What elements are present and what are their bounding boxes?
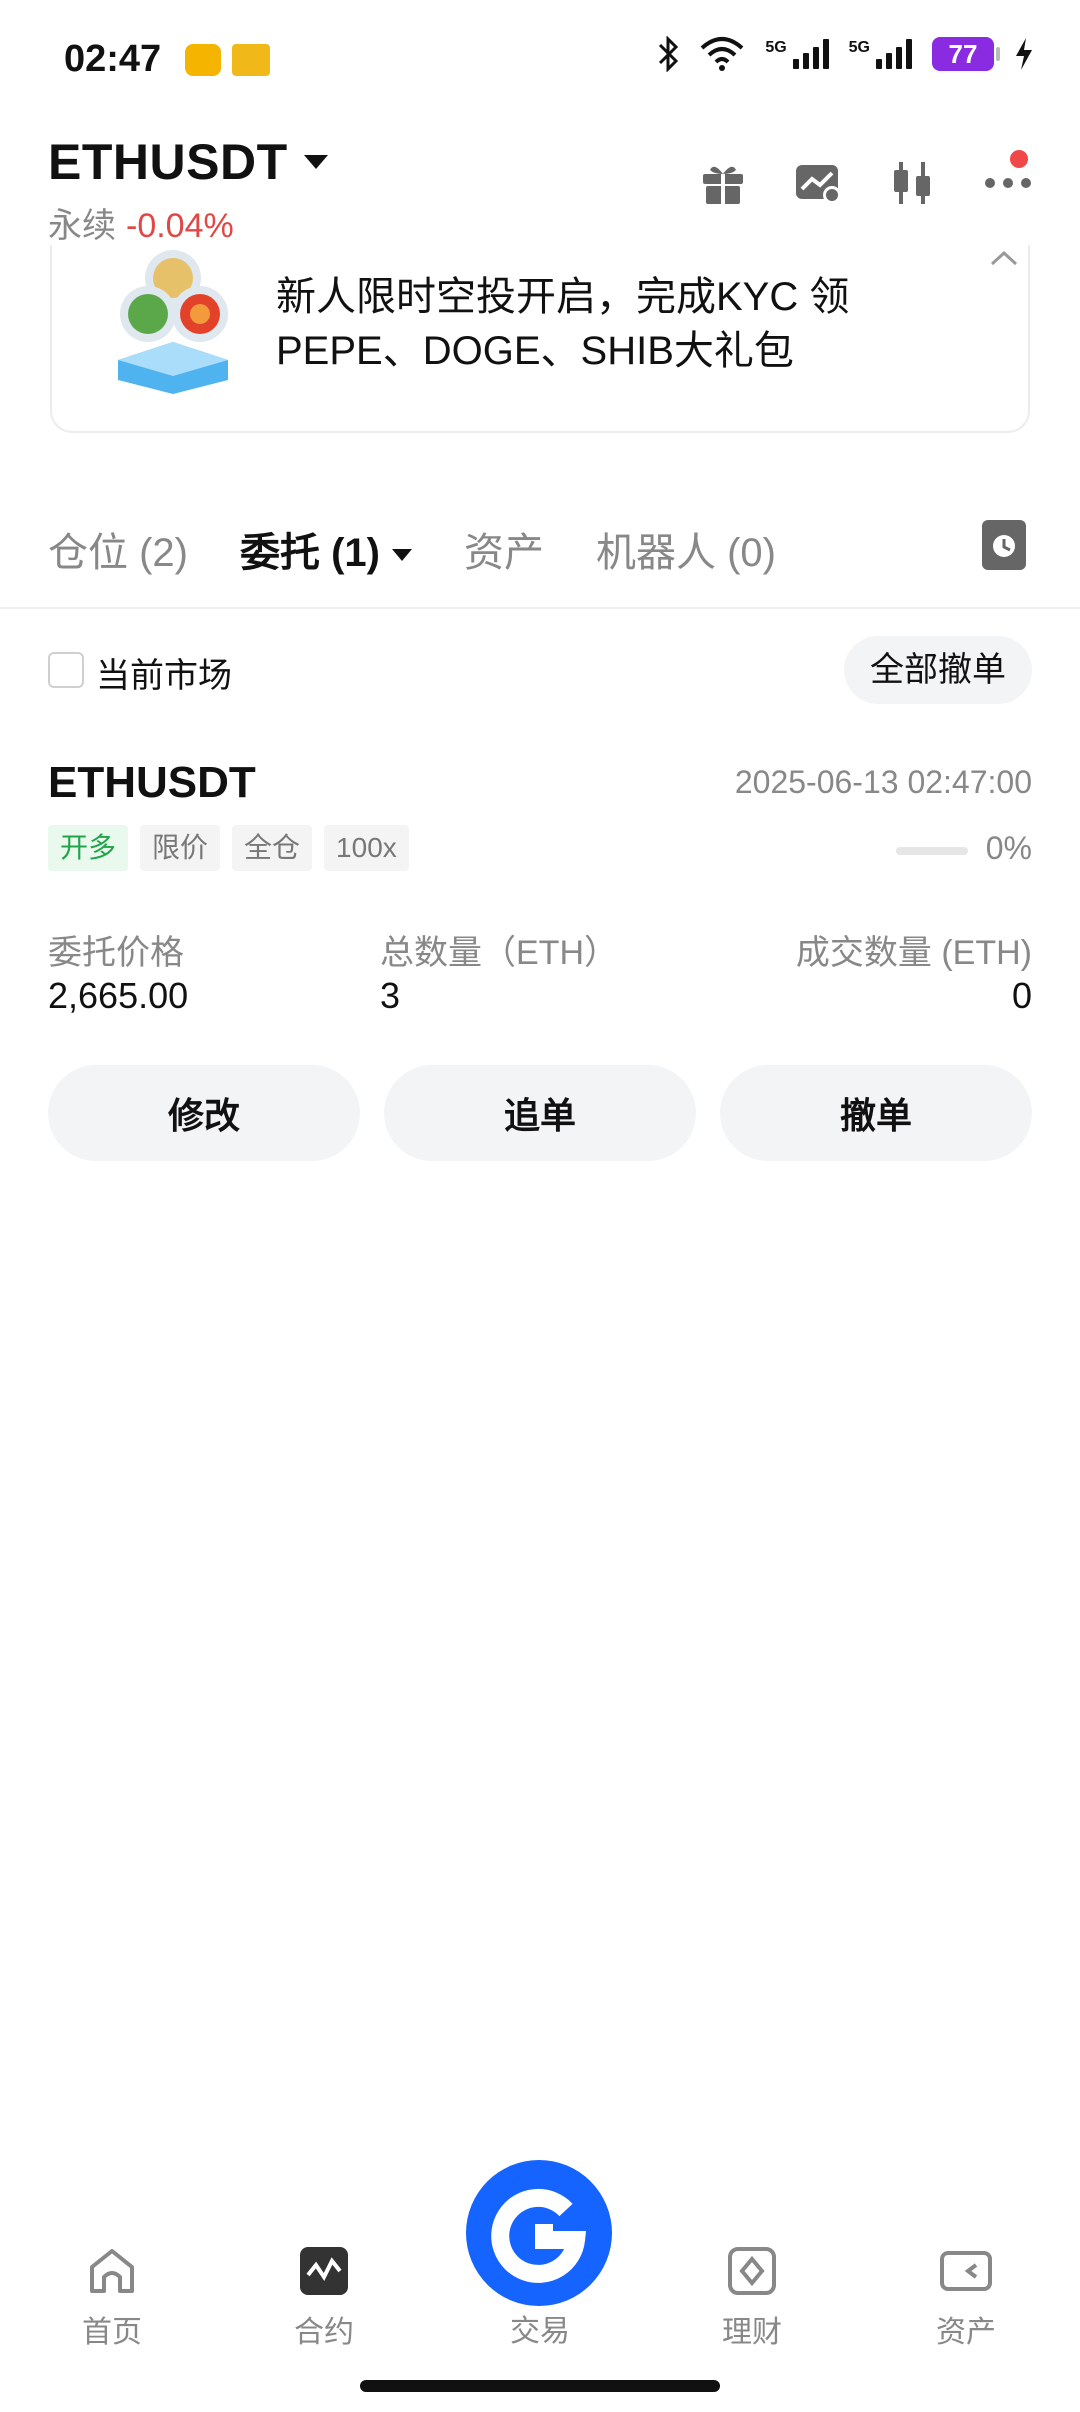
nav-finance[interactable]: 理财 (692, 2245, 812, 2351)
contract-info: 永续 -0.04% (48, 198, 234, 247)
chart-settings-icon[interactable] (794, 161, 842, 205)
trade-fab-button[interactable] (466, 2160, 612, 2306)
contract-type: 永续 (48, 207, 116, 245)
promo-line-1: 新人限时空投开启，完成KYC 领 (276, 275, 850, 319)
wifi-icon (700, 37, 744, 71)
candlestick-icon[interactable] (890, 160, 936, 206)
trade-logo-icon (491, 2188, 587, 2283)
home-indicator (360, 2380, 720, 2392)
cancel-all-button[interactable]: 全部撤单 (844, 636, 1032, 704)
header-actions (700, 160, 1032, 206)
signal-5g-secondary-icon: 5G (849, 39, 912, 69)
tag-order-type: 限价 (140, 825, 221, 871)
current-market-label[interactable]: 当前市场 (96, 648, 232, 697)
folder-notification-icon (232, 44, 270, 76)
battery-icon: 77 (932, 37, 1000, 71)
order-history-icon[interactable] (982, 520, 1026, 570)
order-tags: 开多 限价 全仓 100x (48, 825, 409, 871)
cancel-order-button[interactable]: 撤单 (720, 1065, 1032, 1161)
nav-assets[interactable]: 资产 (906, 2245, 1026, 2351)
tab-orders-dropdown-icon (392, 549, 412, 562)
tab-assets[interactable]: 资产 (464, 520, 544, 578)
nav-home[interactable]: 首页 (52, 2245, 172, 2351)
divider (0, 607, 1080, 609)
promo-text[interactable]: 新人限时空投开启，完成KYC 领 PEPE、DOGE、SHIB大礼包 (276, 270, 849, 378)
status-icons: 5G 5G 77 (657, 36, 1034, 72)
symbol-dropdown-icon[interactable] (304, 155, 328, 169)
order-time: 2025-06-13 02:47:00 (734, 764, 1032, 800)
tab-bar: 仓位 (2) 委托 (1) 资产 机器人 (0) (48, 520, 828, 578)
tab-orders-label: 委托 (1) (240, 531, 380, 575)
tag-margin-mode: 全仓 (232, 825, 313, 871)
mail-notification-icon (185, 44, 221, 76)
promo-line-2: PEPE、DOGE、SHIB大礼包 (276, 329, 794, 373)
collapse-chevron-icon[interactable] (990, 250, 1018, 266)
tab-bots[interactable]: 机器人 (0) (596, 520, 776, 578)
nav-finance-label: 理财 (722, 2316, 782, 2349)
quantity-value: 3 (380, 975, 401, 1016)
gift-icon[interactable] (700, 160, 746, 206)
notification-dot (1010, 150, 1028, 168)
nav-futures-label: 合约 (294, 2316, 354, 2349)
nav-assets-label: 资产 (936, 2316, 996, 2349)
home-icon (90, 2249, 134, 2293)
price-change: -0.04% (126, 207, 234, 245)
tab-orders[interactable]: 委托 (1) (240, 520, 412, 578)
signal-5g-icon: 5G (765, 39, 829, 69)
chase-order-button[interactable]: 追单 (384, 1065, 696, 1161)
symbol-title[interactable]: ETHUSDT (48, 133, 288, 191)
price-value: 2,665.00 (48, 975, 189, 1016)
tab-positions[interactable]: 仓位 (2) (48, 520, 188, 578)
bluetooth-icon (659, 36, 679, 72)
status-time: 02:47 (64, 38, 162, 80)
futures-icon (300, 2247, 348, 2295)
nav-futures[interactable]: 合约 (264, 2245, 384, 2351)
nav-trade-label[interactable]: 交易 (490, 2306, 590, 2350)
current-market-checkbox[interactable] (48, 652, 84, 688)
filled-label: 成交数量 (ETH) (795, 934, 1032, 972)
wallet-icon (940, 2251, 992, 2291)
nav-home-label: 首页 (82, 2316, 142, 2349)
airdrop-coins-icon (118, 250, 228, 394)
finance-icon (728, 2247, 776, 2295)
tag-leverage: 100x (324, 825, 409, 871)
more-icon[interactable] (984, 177, 1032, 189)
charging-bolt-icon (1016, 38, 1032, 70)
quantity-label: 总数量（ETH） (380, 934, 618, 972)
tag-side: 开多 (48, 825, 129, 871)
fill-progress-bar (896, 847, 968, 855)
filled-value: 0 (1011, 975, 1032, 1016)
order-symbol: ETHUSDT (48, 758, 256, 807)
price-label: 委托价格 (48, 934, 184, 972)
fill-percent: 0% (985, 830, 1032, 866)
modify-button[interactable]: 修改 (48, 1065, 360, 1161)
